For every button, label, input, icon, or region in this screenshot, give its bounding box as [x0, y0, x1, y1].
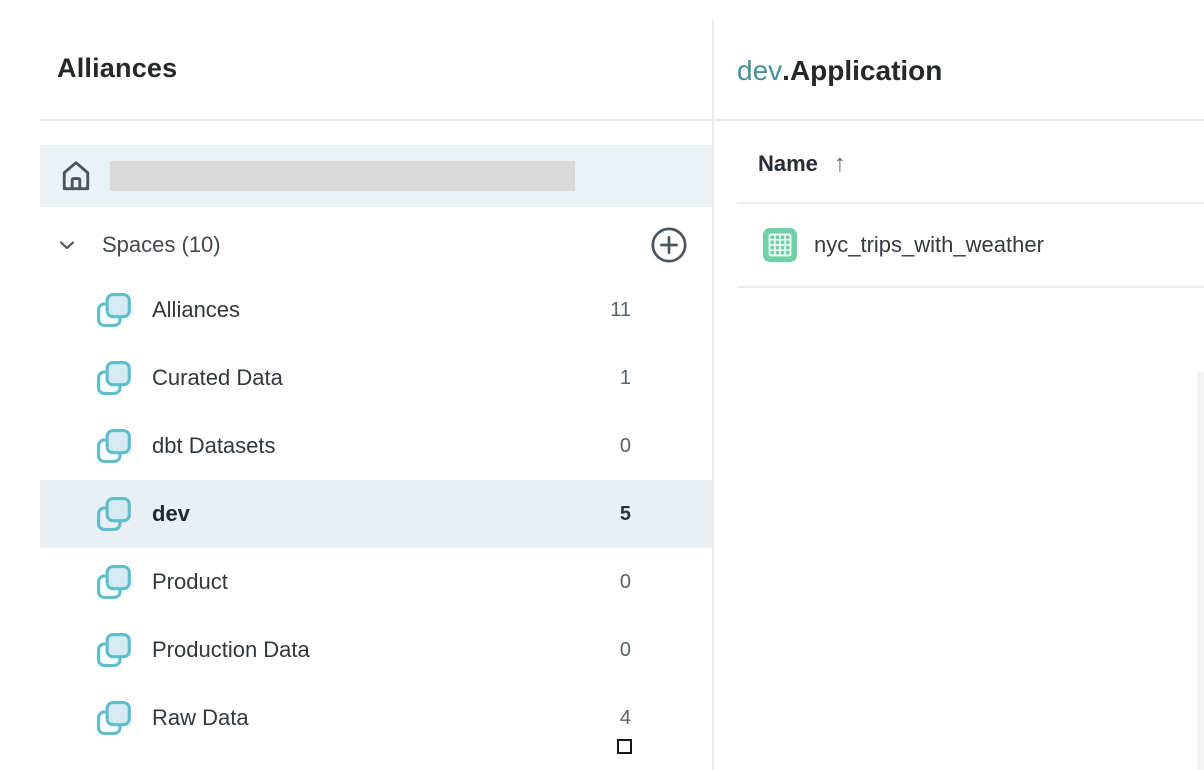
sidebar-item-curated-data[interactable]: Curated Data 1: [40, 344, 713, 412]
space-icon: [94, 562, 134, 602]
chevron-down-icon[interactable]: [55, 233, 79, 257]
space-icon: [94, 494, 134, 534]
sidebar-title: Alliances: [57, 53, 177, 84]
stray-square-artifact: [617, 739, 632, 754]
space-count: 1: [620, 367, 713, 390]
sidebar-item-raw-data[interactable]: Raw Data 4: [40, 684, 713, 752]
column-header-label: Name: [758, 151, 818, 177]
column-header-name[interactable]: Name ↑: [758, 150, 846, 178]
table-row-nyc-trips-with-weather[interactable]: nyc_trips_with_weather: [714, 204, 1204, 286]
dataset-grid-icon: [762, 227, 798, 263]
add-space-button[interactable]: [650, 226, 688, 264]
sidebar-item-dev[interactable]: dev 5: [40, 480, 713, 548]
space-label: Product: [152, 569, 228, 595]
spaces-section-label: Spaces (10): [102, 232, 221, 258]
space-label: Curated Data: [152, 365, 283, 391]
table-row-divider: [737, 286, 1204, 288]
space-label: Raw Data: [152, 705, 249, 731]
space-icon: [94, 698, 134, 738]
space-count: 0: [620, 639, 713, 662]
sidebar-item-alliances[interactable]: Alliances 11: [40, 276, 713, 344]
breadcrumb: dev.Application: [737, 55, 942, 87]
dataset-name: nyc_trips_with_weather: [814, 232, 1044, 258]
spaces-section-header[interactable]: Spaces (10): [40, 222, 713, 268]
space-count: 4: [620, 707, 713, 730]
sidebar-item-dbt-datasets[interactable]: dbt Datasets 0: [40, 412, 713, 480]
page-title: Application: [790, 55, 942, 86]
spaces-list: Alliances 11 Curated Data 1 dbt Datasets: [40, 276, 713, 752]
space-icon: [94, 290, 134, 330]
panel-divider: [712, 20, 714, 770]
home-item[interactable]: [40, 145, 713, 207]
sidebar-item-production-data[interactable]: Production Data 0: [40, 616, 713, 684]
right-title-divider: [715, 119, 1204, 121]
space-icon: [94, 630, 134, 670]
space-label: Alliances: [152, 297, 240, 323]
space-icon: [94, 358, 134, 398]
sort-ascending-icon: ↑: [834, 150, 846, 178]
sidebar-title-divider: [40, 119, 713, 121]
home-icon: [57, 157, 95, 195]
space-label: dev: [152, 501, 190, 527]
space-count: 5: [620, 503, 713, 526]
space-label: dbt Datasets: [152, 433, 276, 459]
redacted-home-label-bar: [110, 161, 575, 191]
sidebar-item-product[interactable]: Product 0: [40, 548, 713, 616]
space-count: 0: [620, 435, 713, 458]
right-edge-divider: [1197, 372, 1204, 770]
space-label: Production Data: [152, 637, 310, 663]
space-count: 11: [610, 299, 713, 322]
breadcrumb-context[interactable]: dev: [737, 55, 782, 86]
breadcrumb-separator: .: [782, 55, 790, 86]
space-count: 0: [620, 571, 713, 594]
space-icon: [94, 426, 134, 466]
spaces-sidebar: Alliances Spaces (10): [0, 0, 713, 770]
